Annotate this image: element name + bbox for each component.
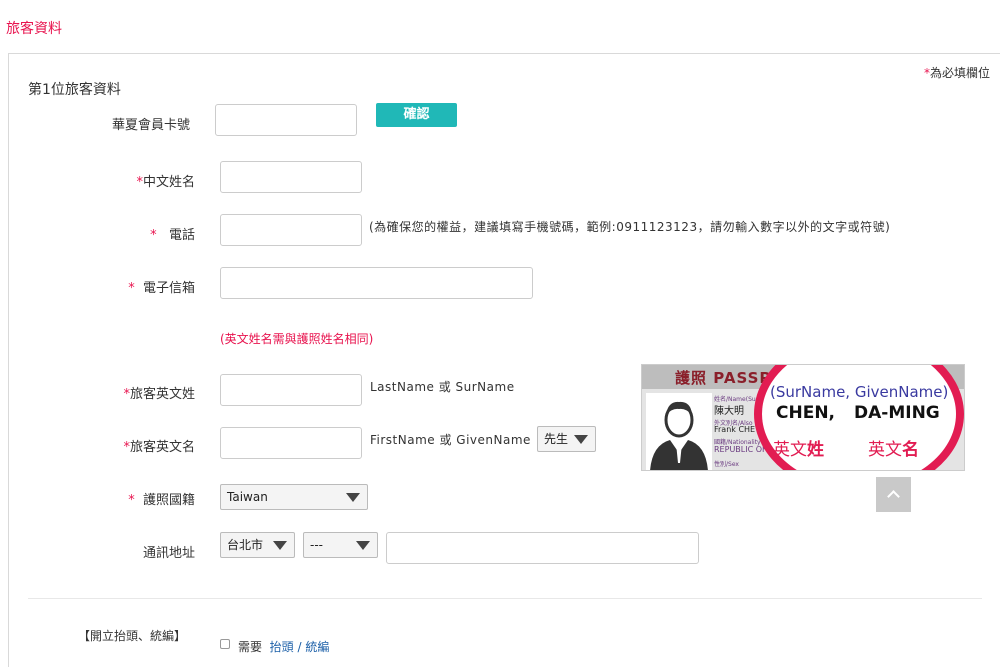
person-silhouette-icon xyxy=(650,401,708,470)
chevron-down-icon xyxy=(273,541,287,550)
passport-nationality-value: REPUBLIC OF xyxy=(714,445,767,454)
district-select[interactable]: --- xyxy=(303,532,378,558)
callout-name-order: (SurName, GivenName) xyxy=(770,383,949,401)
chevron-down-icon xyxy=(356,541,370,550)
callout-given-zh: 英文名 xyxy=(868,435,919,460)
section-title: 第1位旅客資料 xyxy=(28,82,121,98)
callout-given-name: DA-MING xyxy=(854,403,940,423)
chevron-down-icon xyxy=(574,435,588,444)
invoice-link-separator: / xyxy=(293,640,306,654)
phone-hint: (為確保您的權益，建議填寫手機號碼，範例:0911123123，請勿輸入數字以外… xyxy=(369,220,891,234)
title-select-value: 先生 xyxy=(544,432,569,446)
page-title: 旅客資料 xyxy=(6,21,62,37)
phone-input[interactable] xyxy=(220,214,362,246)
email-input[interactable] xyxy=(220,267,533,299)
invoice-title: 【開立抬頭、統編】 xyxy=(78,629,187,643)
surname-hint: LastName 或 SurName xyxy=(370,380,515,394)
callout-given-zh-a: 英文 xyxy=(868,440,902,460)
phone-star: * xyxy=(150,228,157,243)
invoice-need-label: 需要 xyxy=(238,640,263,654)
district-value: --- xyxy=(310,538,323,552)
phone-label: 電話 xyxy=(168,228,195,243)
confirm-button[interactable]: 確認 xyxy=(376,103,457,127)
member-card-input[interactable] xyxy=(215,104,357,136)
city-value: 台北市 xyxy=(227,538,264,552)
invoice-tax-id-link[interactable]: 統編 xyxy=(305,640,329,654)
required-note-text: 為必填欄位 xyxy=(930,66,991,80)
given-name-label: 旅客英文名 xyxy=(129,440,195,455)
surname-label: 旅客英文姓 xyxy=(129,387,195,402)
nationality-star: * xyxy=(128,493,135,508)
chinese-name-label: 中文姓名 xyxy=(142,175,195,190)
passport-header-text: 護照 PASSP xyxy=(675,369,772,387)
passport-name-value: 陳大明 xyxy=(714,406,744,417)
required-note: *為必填欄位 xyxy=(924,64,990,81)
callout-surname: CHEN, xyxy=(776,403,836,423)
passport-sample-image: 護照 PASSP 姓名/Name(Su 陳大明 外文別名/Also Frank … xyxy=(641,364,965,471)
callout-given-zh-b: 名 xyxy=(902,440,919,460)
nationality-value: Taiwan xyxy=(227,490,268,504)
chinese-name-input[interactable] xyxy=(220,161,362,193)
back-to-top-button[interactable] xyxy=(876,477,911,512)
member-card-label: 華夏會員卡號 xyxy=(111,118,190,133)
english-name-warning: (英文姓名需與護照姓名相同) xyxy=(220,332,374,346)
city-select[interactable]: 台北市 xyxy=(220,532,295,558)
passport-alias-value: Frank CHE xyxy=(714,425,756,434)
surname-label-wrap: *旅客英文姓 xyxy=(95,383,195,402)
passport-field-sex: 性別/Sex xyxy=(714,461,739,468)
passenger-card xyxy=(8,53,1000,667)
title-select[interactable]: 先生 xyxy=(537,426,596,452)
chevron-down-icon xyxy=(346,493,360,502)
callout-surname-zh: 英文姓 xyxy=(773,435,824,460)
email-star: * xyxy=(128,281,135,296)
phone-label-wrap: * 電話 xyxy=(95,224,195,243)
given-name-input[interactable] xyxy=(220,427,362,459)
address-input[interactable] xyxy=(386,532,699,564)
nationality-select[interactable]: Taiwan xyxy=(220,484,368,510)
invoice-need-checkbox[interactable] xyxy=(220,639,230,649)
email-label-wrap: * 電子信箱 xyxy=(95,277,195,296)
surname-input[interactable] xyxy=(220,374,362,406)
passport-photo xyxy=(646,393,712,470)
nationality-label: 護照國籍 xyxy=(142,493,195,508)
nationality-label-wrap: * 護照國籍 xyxy=(95,489,195,508)
invoice-need-row: 需要 抬頭 / 統編 xyxy=(238,638,329,655)
callout-surname-zh-b: 姓 xyxy=(807,440,824,460)
callout-surname-zh-a: 英文 xyxy=(773,440,807,460)
chevron-up-icon xyxy=(887,490,900,503)
address-label: 通訊地址 xyxy=(142,546,195,561)
given-name-hint: FirstName 或 GivenName xyxy=(370,433,531,447)
email-label: 電子信箱 xyxy=(142,281,195,296)
given-name-label-wrap: *旅客英文名 xyxy=(95,436,195,455)
invoice-title-link[interactable]: 抬頭 xyxy=(270,640,294,654)
chinese-name-label-wrap: *中文姓名 xyxy=(95,171,195,190)
section-divider xyxy=(28,598,982,599)
